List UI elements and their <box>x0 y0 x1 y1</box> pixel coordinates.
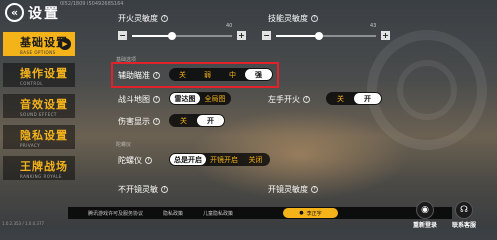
sidebar-item-sub: RANKING ROYALE <box>20 173 62 179</box>
help-icon[interactable]: ? <box>145 157 152 164</box>
decrease-button[interactable]: − <box>118 31 127 40</box>
sidebar-item-sound[interactable]: 音效设置 SOUND EFFECT <box>3 94 75 118</box>
help-icon[interactable]: ? <box>311 15 318 22</box>
battle-map-option-global[interactable]: 全局图 <box>200 93 230 104</box>
help-icon[interactable]: ? <box>311 186 318 193</box>
sidebar-item-sub: BASE OPTIONS <box>20 49 56 55</box>
gyro-option-off[interactable]: 关闭 <box>242 154 269 165</box>
no-scope-sensitivity-label: 不开镜灵敏? <box>118 184 168 195</box>
link-privacy[interactable]: 隐私政策 <box>163 210 183 217</box>
left-fire-option-on[interactable]: 开 <box>354 93 381 104</box>
back-button[interactable]: « <box>5 3 24 22</box>
help-icon[interactable]: ? <box>153 118 160 125</box>
battle-map-selector[interactable]: 雷达图 全局图 <box>169 92 231 105</box>
gyro-selector[interactable]: 总是开启 开镜开启 关闭 <box>169 153 270 166</box>
left-fire-option-off[interactable]: 关 <box>327 93 354 104</box>
help-icon[interactable]: ? <box>161 186 168 193</box>
relogin-button[interactable]: ◉ 重新登录 <box>410 201 440 229</box>
double-chevron-left-icon: « <box>10 6 19 19</box>
damage-display-option-off[interactable]: 关 <box>170 115 197 126</box>
sidebar-item-label: 音效设置 <box>20 97 68 111</box>
battle-map-label: 战斗地图? <box>118 94 160 105</box>
sidebar-item-sub: CONTROL <box>20 80 44 86</box>
help-icon[interactable]: ? <box>153 72 160 79</box>
sidebar-item-privacy[interactable]: 隐私设置 PRIVACY <box>3 125 75 149</box>
fire-sensitivity-slider[interactable]: − 40 + <box>118 23 246 41</box>
aim-assist-option-medium[interactable]: 中 <box>220 69 245 80</box>
left-fire-label: 左手开火? <box>268 94 310 105</box>
account-button[interactable]: ● 李正宇 <box>283 208 338 218</box>
damage-display-option-on[interactable]: 开 <box>197 115 224 126</box>
increase-button[interactable]: + <box>237 31 246 40</box>
headset-icon: ☊ <box>455 201 473 219</box>
background-emblem-inner <box>397 60 457 120</box>
gyro-label: 陀螺仪? <box>118 155 152 166</box>
aim-assist-option-off[interactable]: 关 <box>170 69 195 80</box>
penguin-icon: ◉ <box>416 201 434 219</box>
left-fire-selector[interactable]: 关 开 <box>326 92 382 105</box>
section-header-gyro: 陀螺仪 <box>116 142 132 148</box>
player-uid: 0I52/1809 I5049268S164 <box>60 1 124 7</box>
page-title: 设置 <box>28 6 60 22</box>
skill-sensitivity-fill <box>276 35 319 37</box>
aim-assist-label: 辅助瞄准? <box>118 70 160 81</box>
sidebar-item-ranking[interactable]: 王牌战场 RANKING ROYALE <box>3 156 75 180</box>
help-icon[interactable]: ? <box>303 96 310 103</box>
fire-sensitivity-value: 40 <box>226 23 233 29</box>
fire-sensitivity-label: 开火灵敏度? <box>118 13 168 24</box>
sidebar-item-sub: PRIVACY <box>20 142 41 148</box>
fire-sensitivity-fill <box>132 35 172 37</box>
help-icon[interactable]: ? <box>161 15 168 22</box>
damage-display-label: 伤害显示? <box>118 116 160 127</box>
play-icon: ▶ <box>59 38 71 50</box>
skill-sensitivity-value: 43 <box>370 23 377 29</box>
bottom-bar: 腾讯游戏许可及服务协议 隐私政策 儿童隐私政策 <box>68 207 452 219</box>
slider-knob[interactable] <box>315 32 323 40</box>
aim-assist-selector[interactable]: 关 弱 中 强 <box>169 68 273 81</box>
sidebar-item-label: 王牌战场 <box>20 159 68 173</box>
sidebar-item-control[interactable]: 操作设置 CONTROL <box>3 63 75 87</box>
skill-sensitivity-label: 技能灵敏度? <box>268 13 318 24</box>
increase-button[interactable]: + <box>381 31 390 40</box>
aim-assist-option-weak[interactable]: 弱 <box>195 69 220 80</box>
sidebar-item-label: 隐私设置 <box>20 128 68 142</box>
support-button[interactable]: ☊ 联系客服 <box>449 201 479 229</box>
aim-assist-option-strong[interactable]: 强 <box>245 69 272 80</box>
skill-sensitivity-slider[interactable]: − 43 + <box>262 23 390 41</box>
sidebar-item-sub: SOUND EFFECT <box>20 111 57 117</box>
gyro-option-always[interactable]: 总是开启 <box>170 154 206 165</box>
help-icon[interactable]: ? <box>153 96 160 103</box>
slider-knob[interactable] <box>168 32 176 40</box>
top-bar: « 设置 0I52/1809 I5049268S164 <box>0 0 497 26</box>
link-license[interactable]: 腾讯游戏许可及服务协议 <box>88 210 143 217</box>
sidebar: 基础设置 BASE OPTIONS ▶ 操作设置 CONTROL 音效设置 SO… <box>0 32 80 187</box>
scope-sensitivity-label: 开镜灵敏度? <box>268 184 318 195</box>
version-text: 1.0.2.353 / 1.0.0.377 <box>2 221 45 226</box>
damage-display-selector[interactable]: 关 开 <box>169 114 225 127</box>
gyro-option-scope[interactable]: 开镜开启 <box>206 154 242 165</box>
user-icon: ● <box>299 210 304 216</box>
link-child-privacy[interactable]: 儿童隐私政策 <box>203 210 233 217</box>
decrease-button[interactable]: − <box>262 31 271 40</box>
battle-map-option-radar[interactable]: 雷达图 <box>170 93 200 104</box>
sidebar-item-label: 操作设置 <box>20 66 68 80</box>
sidebar-item-basic[interactable]: 基础设置 BASE OPTIONS ▶ <box>3 32 75 56</box>
